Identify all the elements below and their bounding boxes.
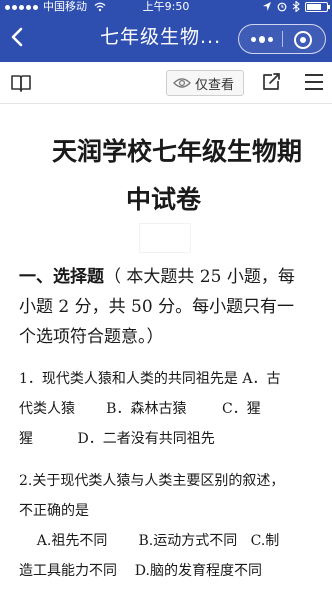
section-intro: 一、选择题（ 本大题共 25 小题，每 小题 2 分，共 50 分。每小题只有一…	[19, 262, 325, 352]
nav-title: 七年级生物...	[100, 26, 222, 48]
capsule-divider	[282, 31, 283, 47]
q1-line2: 代类人猿 B．森林古猿 C．猩	[19, 401, 261, 417]
q2-line2: 不正确的是	[19, 503, 89, 519]
battery-icon	[305, 1, 330, 12]
document-title-line1: 天润学校七年级生物期	[52, 137, 303, 166]
location-icon	[263, 2, 271, 11]
back-arrow-icon[interactable]	[6, 25, 30, 49]
section-line3: 个选项符合题意。）	[19, 327, 164, 347]
blank-image	[139, 223, 191, 253]
top-bar: 中国移动 上午9:50 七年级生物...	[0, 0, 332, 62]
status-bar: 中国移动 上午9:50	[0, 0, 332, 14]
q2-line4: 造工具能力不同 D.脑的发育程度不同	[19, 563, 262, 579]
document-title-line2: 中试卷	[126, 185, 202, 214]
q1-line1: 1．现代类人猿和人类的共同祖先是 A．古	[19, 371, 281, 387]
section-line1: 一、选择题（ 本大题共 25 小题，每	[19, 262, 325, 292]
view-only-button[interactable]: 仅查看	[166, 70, 244, 96]
question-2: 2.关于现代类人猿与人类主要区别的叙述， 不正确的是 A.祖先不同 B.运动方式…	[19, 466, 325, 586]
document-page: 天润学校七年级生物期 中试卷 一、选择题（ 本大题共 25 小题，每 小题 2 …	[0, 105, 332, 594]
more-icon[interactable]	[251, 35, 273, 43]
q2-line1: 2.关于现代类人猿与人类主要区别的叙述，	[19, 473, 285, 489]
status-right	[262, 1, 330, 12]
q2-line3: A.祖先不同 B.运动方式不同 C.制	[19, 533, 280, 549]
book-icon[interactable]	[10, 73, 32, 93]
section-heading: 一、选择题	[19, 267, 104, 287]
q1-line3: 猩 D．二者没有共同祖先	[19, 431, 215, 447]
doc-toolbar: 仅查看	[0, 62, 332, 104]
nav-bar: 七年级生物...	[0, 14, 332, 60]
share-icon[interactable]	[261, 72, 281, 92]
alarm-icon	[277, 2, 287, 12]
eye-icon	[173, 78, 191, 88]
view-only-label: 仅查看	[195, 77, 235, 93]
question-1: 1．现代类人猿和人类的共同祖先是 A．古 代类人猿 B．森林古猿 C．猩 猩 D…	[19, 364, 325, 454]
close-icon[interactable]	[294, 31, 312, 49]
section-line2: 小题 2 分，共 50 分。每小题只有一	[19, 297, 295, 317]
section-desc: （ 本大题共 25 小题，每	[104, 267, 295, 287]
bluetooth-icon	[292, 1, 300, 12]
mini-program-capsule	[238, 24, 326, 54]
menu-icon[interactable]	[305, 74, 323, 90]
